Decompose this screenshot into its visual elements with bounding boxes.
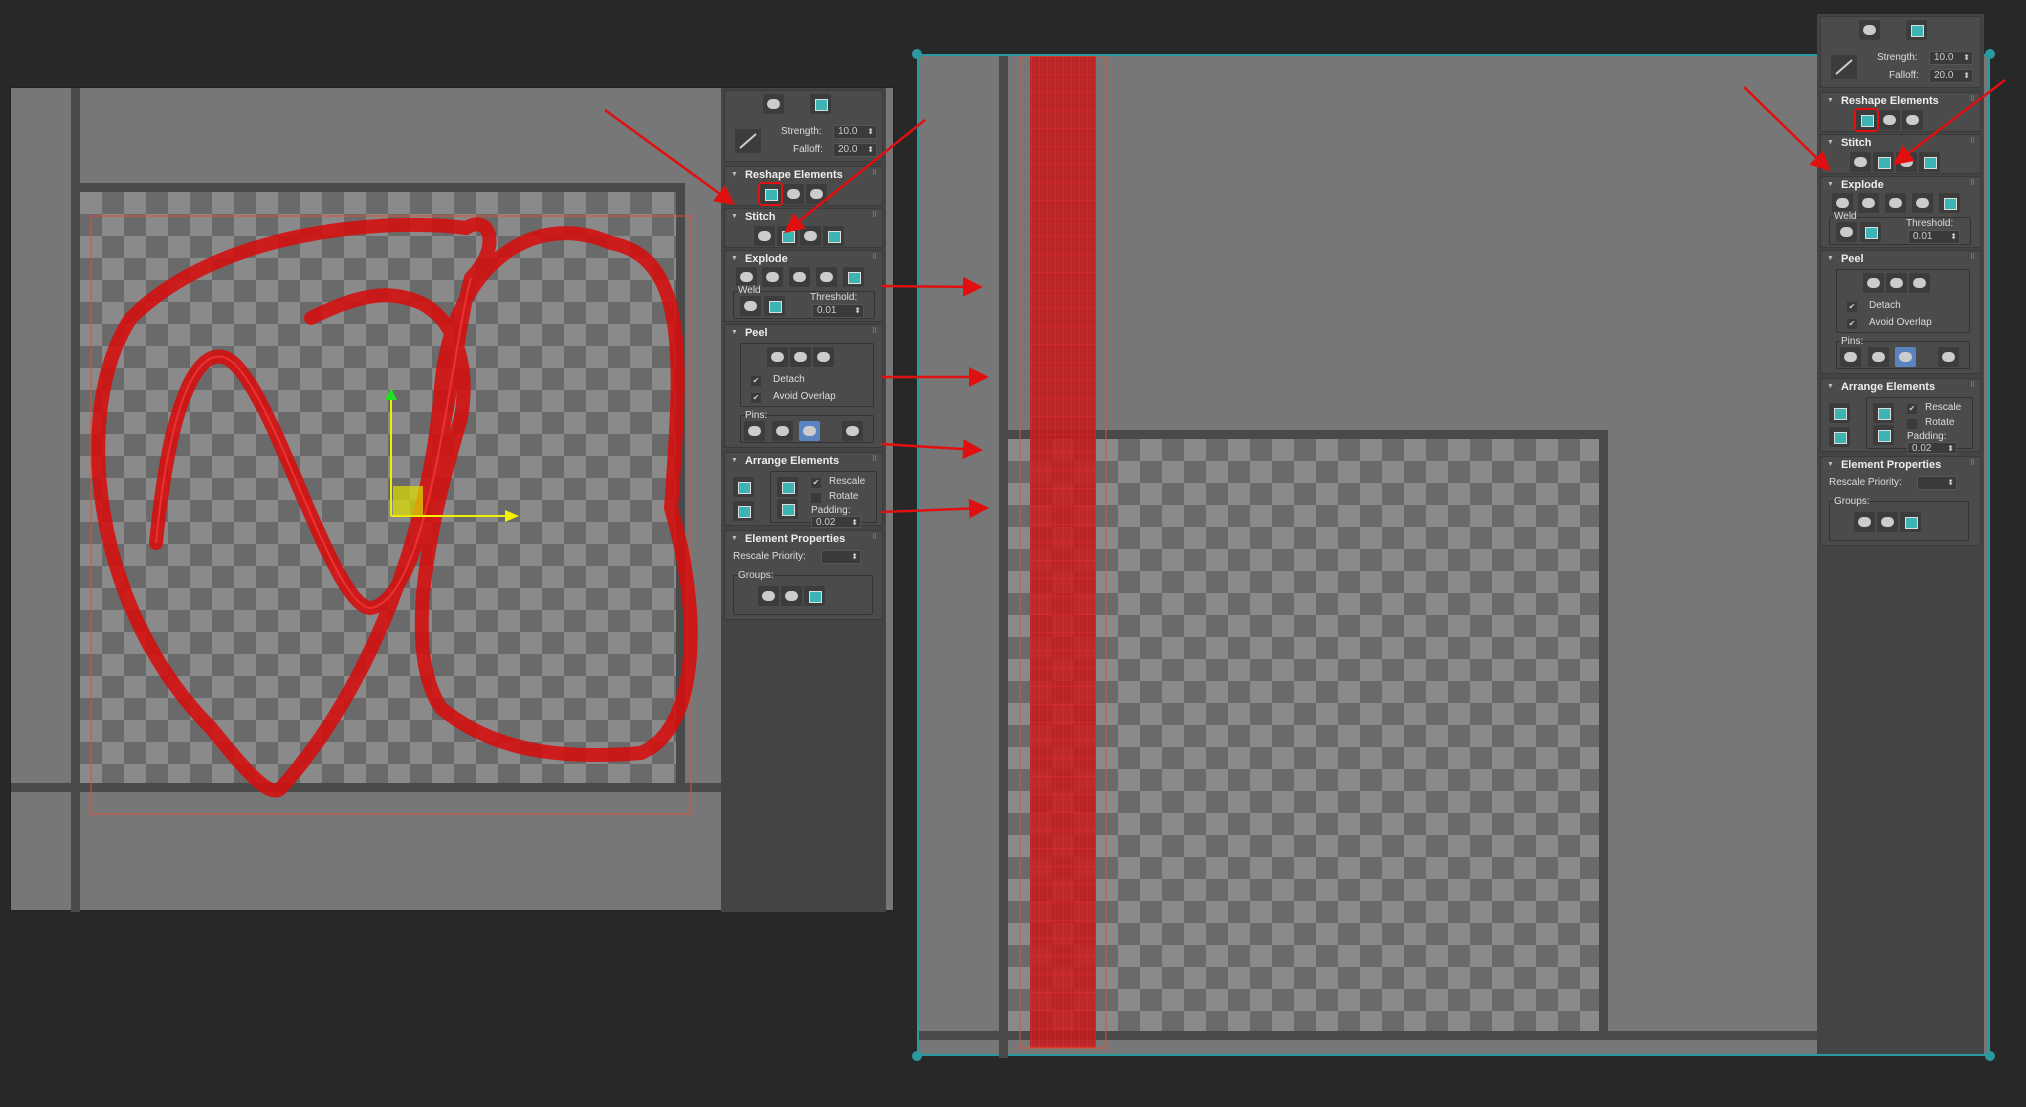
- arrow: [784, 119, 926, 234]
- arrow: [881, 439, 983, 460]
- arrow: [881, 276, 983, 297]
- annotation-arrows: [604, 79, 2006, 519]
- arrow: [881, 498, 989, 519]
- arrow: [1893, 79, 2006, 166]
- arrow: [1743, 86, 1831, 172]
- arrow: [604, 108, 736, 205]
